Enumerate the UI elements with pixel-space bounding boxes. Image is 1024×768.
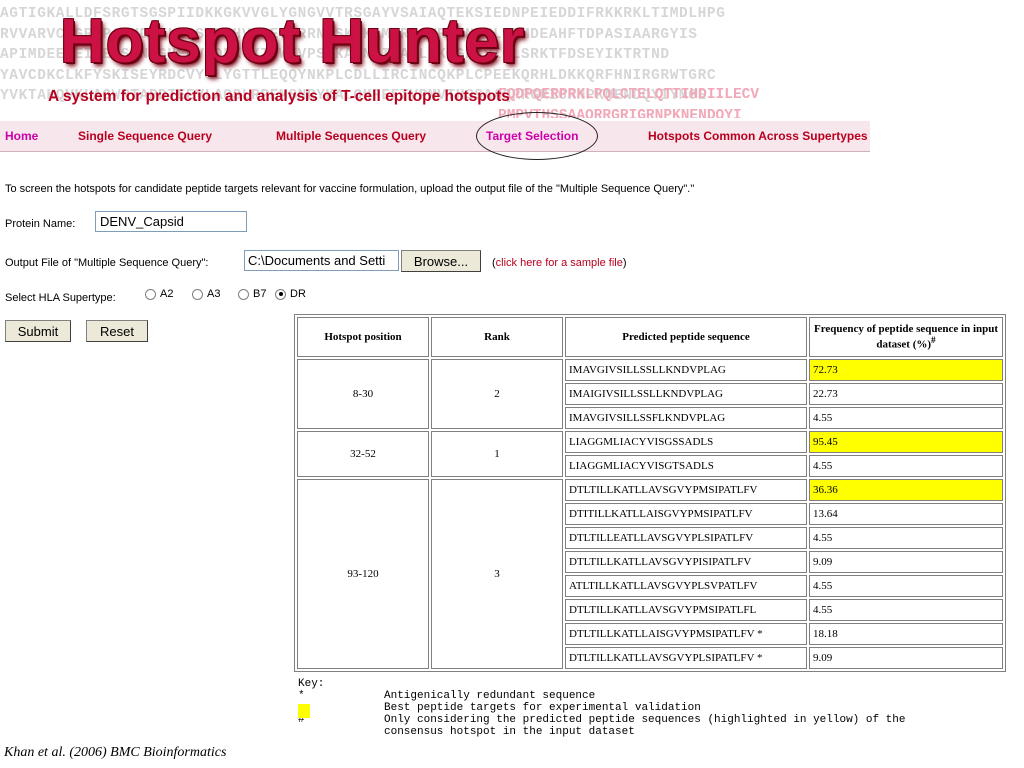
hla-option-label: A3 [207, 288, 221, 300]
frequency-cell: 4.55 [809, 455, 1003, 477]
header-hotspot-position: Hotspot position [297, 317, 429, 357]
key-title: Key: [298, 678, 325, 690]
hotspot-position-cell: 8-30 [297, 359, 429, 429]
peptide-sequence-cell: DTLTILLKATLLAVSGVYPMSIPATLFL [565, 599, 807, 621]
frequency-cell-highlighted: 72.73 [809, 359, 1003, 381]
hla-option-a3[interactable]: A3 [192, 288, 220, 300]
submit-button[interactable]: Submit [5, 320, 71, 342]
radio-button[interactable] [192, 288, 203, 300]
key-text: Only considering the predicted peptide s… [384, 714, 906, 726]
table-header-row: Hotspot position Rank Predicted peptide … [297, 317, 1003, 357]
frequency-cell: 4.55 [809, 575, 1003, 597]
highlighted-sequence: FQDPQERPRKLPQLCTELQTTIHDIILECV PMPVTHSSA… [498, 85, 870, 118]
table-row: 32-52 1 LIAGGMLIACYVISGSSADLS 95.45 [297, 431, 1003, 477]
peptide-sequence-cell: ATLTILLKATLLAVSGVYPLSVPATLFV [565, 575, 807, 597]
frequency-cell: 4.55 [809, 527, 1003, 549]
hotspot-results-table: Hotspot position Rank Predicted peptide … [294, 314, 1006, 672]
key-symbol: # [298, 714, 305, 726]
key-line: * Antigenically redundant sequence [298, 690, 906, 702]
sample-close-paren: ) [622, 257, 627, 269]
rank-cell: 2 [431, 359, 563, 429]
peptide-sequence-cell: DTLTILLKATLLAVSGVYPISIPATLFV [565, 551, 807, 573]
highlighted-sequence-line: FQDPQERPRKLPQLCTELQTTIHDIILECV [498, 87, 760, 103]
hla-option-dr[interactable]: DR [275, 288, 306, 300]
radio-button-selected[interactable] [275, 288, 286, 300]
header-frequency-text: Frequency of peptide sequence in input d… [813, 323, 999, 351]
nav-home-link[interactable]: Home [5, 129, 38, 143]
frequency-cell-highlighted: 95.45 [809, 431, 1003, 453]
nav-multiple-sequences-query-link[interactable]: Multiple Sequences Query [276, 129, 426, 143]
key-legend: Key: * Antigenically redundant sequence Bes… [298, 678, 906, 738]
protein-name-label: Protein Name: [5, 218, 76, 230]
peptide-sequence-cell: IMAVGIVSILLSSFLKNDVPLAG [565, 407, 807, 429]
peptide-sequence-cell: DTITILLKATLLAISGVYPMSIPATLFV [565, 503, 807, 525]
output-file-input[interactable] [244, 250, 399, 271]
peptide-sequence-cell: IMAIGIVSILLSSLLKNDVPLAG [565, 383, 807, 405]
key-text: Antigenically redundant sequence [384, 690, 596, 702]
frequency-cell: 22.73 [809, 383, 1003, 405]
rank-cell: 3 [431, 479, 563, 669]
hla-option-label: B7 [253, 288, 267, 300]
frequency-cell: 4.55 [809, 599, 1003, 621]
logo-subtitle: A system for prediction and analysis of … [48, 88, 510, 105]
peptide-sequence-cell: IMAVGIVSILLSSLLKNDVPLAG [565, 359, 807, 381]
hla-option-b7[interactable]: B7 [238, 288, 266, 300]
frequency-cell: 18.18 [809, 623, 1003, 645]
output-file-label: Output File of "Multiple Sequence Query"… [5, 257, 209, 269]
header-frequency: Frequency of peptide sequence in input d… [809, 317, 1003, 357]
frequency-cell: 4.55 [809, 407, 1003, 429]
key-text: Best peptide targets for experimental va… [384, 702, 701, 714]
hla-supertype-label: Select HLA Supertype: [5, 292, 116, 304]
peptide-sequence-cell: DTLTILLKATLLAVSGVYPLSIPATLFV * [565, 647, 807, 669]
nav-hotspots-common-link[interactable]: Hotspots Common Across Supertypes [648, 129, 868, 143]
frequency-cell: 13.64 [809, 503, 1003, 525]
browse-button[interactable]: Browse... [401, 250, 481, 272]
header-banner: AGTIGKALLDFSRGTSGSPIIDKKGKVVGLYGNGVVTRSG… [0, 0, 870, 118]
key-symbol: * [298, 690, 305, 702]
key-text: consensus hotspot in the input dataset [384, 726, 635, 738]
hla-option-label: DR [290, 288, 306, 300]
sample-file-link[interactable]: click here for a sample file [496, 257, 623, 269]
reset-button[interactable]: Reset [86, 320, 148, 342]
logo-title: Hotspot Hunter [60, 7, 526, 76]
hotspot-position-cell: 93-120 [297, 479, 429, 669]
frequency-cell: 9.09 [809, 551, 1003, 573]
yellow-highlight-swatch [298, 704, 310, 718]
hla-option-label: A2 [160, 288, 174, 300]
table-row: 8-30 2 IMAVGIVSILLSSLLKNDVPLAG 72.73 [297, 359, 1003, 429]
key-line: # Only considering the predicted peptide … [298, 714, 906, 726]
highlighted-sequence-line: PMPVTHSSAAQRRGRIGRNPKNENDQYI [498, 107, 742, 119]
frequency-cell-highlighted: 36.36 [809, 479, 1003, 501]
table-body: 8-30 2 IMAVGIVSILLSSLLKNDVPLAG 72.73 IMAIGIV… [297, 359, 1003, 669]
rank-cell: 1 [431, 431, 563, 477]
key-line: consensus hotspot in the input dataset [298, 726, 906, 738]
hotspot-position-cell: 32-52 [297, 431, 429, 477]
peptide-sequence-cell: LIAGGMLIACYVISGTSADLS [565, 455, 807, 477]
key-line: Best peptide targets for experimental va… [298, 702, 906, 714]
citation: Khan et al. (2006) BMC Bioinformatics [4, 745, 227, 760]
peptide-sequence-cell: LIAGGMLIACYVISGSSADLS [565, 431, 807, 453]
radio-button[interactable] [145, 288, 156, 300]
header-mark: # [931, 335, 936, 346]
peptide-sequence-cell: DTLTILLKATLLAISGVYPMSIPATLFV * [565, 623, 807, 645]
nav-target-selection-link[interactable]: Target Selection [486, 129, 578, 143]
header-rank: Rank [431, 317, 563, 357]
nav-bar: Home Single Sequence Query Multiple Sequ… [0, 121, 870, 152]
header-predicted-sequence: Predicted peptide sequence [565, 317, 807, 357]
nav-single-sequence-query-link[interactable]: Single Sequence Query [78, 129, 212, 143]
peptide-sequence-cell: DTLTILLEATLLAVSGVYPLSIPATLFV [565, 527, 807, 549]
intro-text: To screen the hotspots for candidate pep… [5, 183, 695, 195]
hla-option-a2[interactable]: A2 [145, 288, 173, 300]
radio-button[interactable] [238, 288, 249, 300]
table-row: 93-120 3 DTLTILLKATLLAVSGVYPMSIPATLFV 36.36 [297, 479, 1003, 669]
protein-name-input[interactable] [95, 211, 247, 232]
peptide-sequence-cell: DTLTILLKATLLAVSGVYPMSIPATLFV [565, 479, 807, 501]
sample-file-text: (click here for a sample file) [492, 257, 627, 269]
frequency-cell: 9.09 [809, 647, 1003, 669]
